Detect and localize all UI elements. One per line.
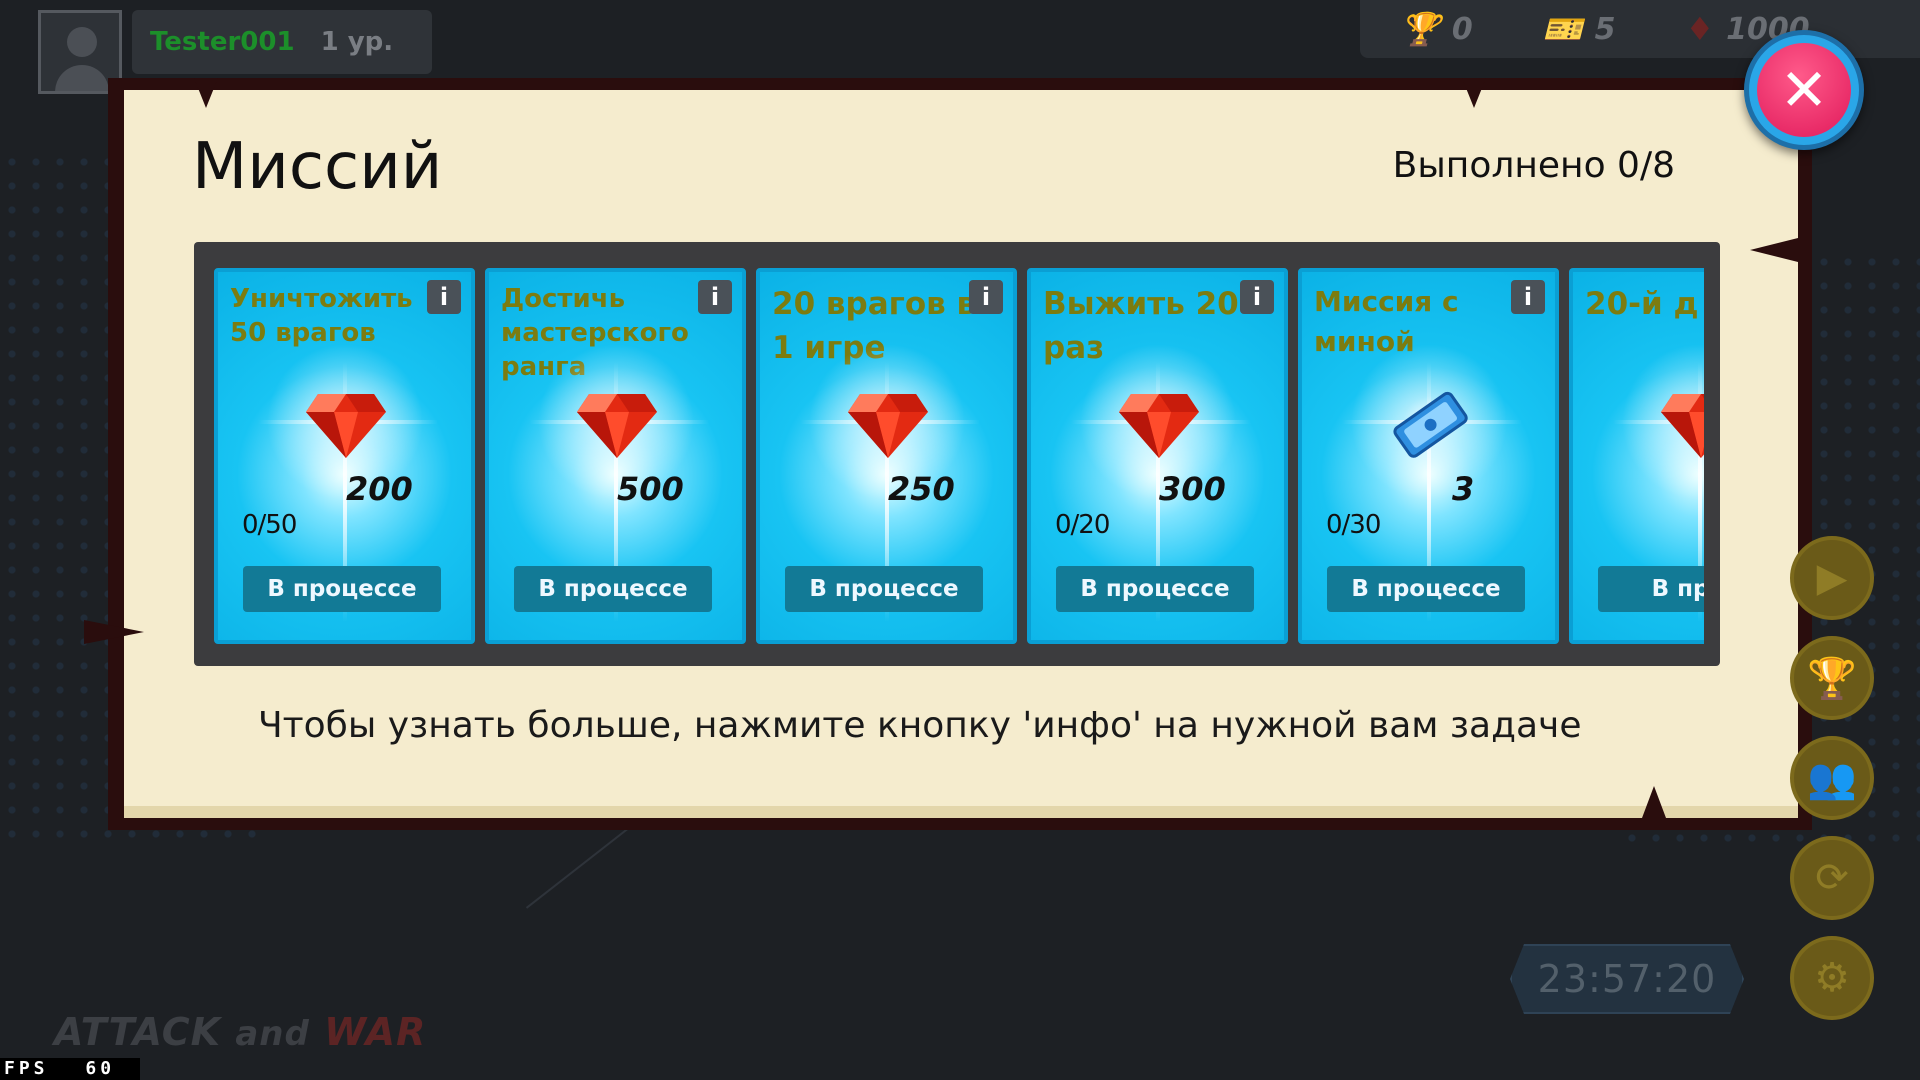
gem-icon xyxy=(848,394,928,458)
avatar-head-icon xyxy=(67,27,97,57)
fps-counter: FPS 60 xyxy=(0,1058,140,1080)
friends-icon: 👥 xyxy=(1807,755,1857,802)
mission-progress: 0/30 xyxy=(1326,510,1381,540)
settings-button[interactable]: ⚙ xyxy=(1790,936,1874,1020)
reward-amount: 300 xyxy=(1159,470,1226,508)
status-button[interactable]: В проц xyxy=(1598,566,1704,612)
mission-card[interactable]: Уничтожить 50 врагов i 200 0/50 В процес… xyxy=(214,268,475,644)
reward-amount: 200 xyxy=(346,470,413,508)
refresh-icon: ⟳ xyxy=(1815,855,1849,901)
frame-notch-left xyxy=(84,620,144,644)
completed-counter: Выполнено 0/8 xyxy=(1392,145,1675,186)
mission-title: 20-й д xyxy=(1585,286,1699,322)
refresh-button[interactable]: ⟳ xyxy=(1790,836,1874,920)
mission-card[interactable]: Миссия с миной i 3 0/30 В процессе xyxy=(1298,268,1559,644)
ticket-count: 5 xyxy=(1594,11,1616,47)
trophy-icon: 🏆 xyxy=(1807,655,1857,702)
play-icon: ▶ xyxy=(1816,555,1848,601)
gem-icon xyxy=(1119,394,1199,458)
status-button[interactable]: В процессе xyxy=(1056,566,1254,612)
gem-icon xyxy=(577,394,657,458)
status-button[interactable]: В процессе xyxy=(785,566,983,612)
missions-strip[interactable]: Уничтожить 50 врагов i 200 0/50 В процес… xyxy=(194,242,1720,666)
trophy-counter: 🏆 0 xyxy=(1400,10,1473,48)
logo-part: and xyxy=(235,1014,310,1054)
status-button[interactable]: В процессе xyxy=(514,566,712,612)
trophy-icon: 🏆 xyxy=(1400,10,1440,48)
gear-icon: ⚙ xyxy=(1814,955,1850,1001)
status-button[interactable]: В процессе xyxy=(243,566,441,612)
trophy-button[interactable]: 🏆 xyxy=(1790,636,1874,720)
ticket-counter: 🎫 5 xyxy=(1543,10,1616,48)
ticket-icon xyxy=(1393,391,1468,458)
mission-progress: 0/20 xyxy=(1055,510,1110,540)
reward-amount: 500 xyxy=(617,470,684,508)
reward-amount: 3 xyxy=(1452,470,1475,508)
mission-progress: 0/50 xyxy=(242,510,297,540)
fps-label: FPS xyxy=(4,1058,49,1079)
player-name: Tester001 xyxy=(150,27,295,57)
status-button[interactable]: В процессе xyxy=(1327,566,1525,612)
info-button[interactable]: i xyxy=(1240,280,1274,314)
frame-notch-right xyxy=(1750,238,1798,262)
mission-card[interactable]: 20-й д В проц xyxy=(1569,268,1704,644)
info-button[interactable]: i xyxy=(698,280,732,314)
frame-notch-top-left xyxy=(194,78,218,108)
mission-card[interactable]: 20 врагов в 1 игре i 250 В процессе xyxy=(756,268,1017,644)
missions-list: Уничтожить 50 врагов i 200 0/50 В процес… xyxy=(214,268,1704,644)
page-title: Миссий xyxy=(192,130,443,204)
gem-icon xyxy=(306,394,386,458)
info-button[interactable]: i xyxy=(969,280,1003,314)
timer: 23:57:20 xyxy=(1510,944,1744,1014)
play-button[interactable]: ▶ xyxy=(1790,536,1874,620)
fps-value: 60 xyxy=(85,1058,116,1079)
mission-card[interactable]: Выжить 20 раз i 300 0/20 В процессе xyxy=(1027,268,1288,644)
game-logo: ATTACK and WAR xyxy=(54,1010,426,1054)
trophy-count: 0 xyxy=(1451,11,1473,47)
reward-amount: 250 xyxy=(888,470,955,508)
frame-notch-top-right xyxy=(1462,78,1486,108)
mission-card[interactable]: Достичь мастерского ранга i 500 В процес… xyxy=(485,268,746,644)
player-level: 1 ур. xyxy=(320,27,394,57)
close-button[interactable]: ✕ xyxy=(1744,30,1864,150)
frame-notch-bottom xyxy=(1642,786,1666,818)
gem-icon xyxy=(1661,394,1704,458)
logo-part: ATTACK xyxy=(54,1010,222,1054)
logo-part: WAR xyxy=(324,1010,427,1054)
hint-text: Чтобы узнать больше, нажмите кнопку 'инф… xyxy=(258,705,1582,746)
player-info[interactable]: Tester001 1 ур. xyxy=(132,10,432,74)
info-button[interactable]: i xyxy=(1511,280,1545,314)
avatar-body-icon xyxy=(55,65,109,91)
ticket-icon: 🎫 xyxy=(1542,10,1583,48)
gem-icon: ♦ xyxy=(1685,10,1715,48)
close-icon: ✕ xyxy=(1757,43,1851,137)
friends-button[interactable]: 👥 xyxy=(1790,736,1874,820)
info-button[interactable]: i xyxy=(427,280,461,314)
